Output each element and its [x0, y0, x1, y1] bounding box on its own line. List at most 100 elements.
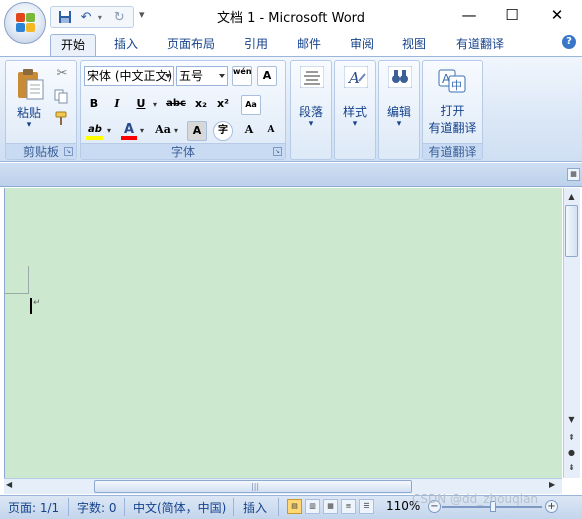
status-separator — [233, 498, 234, 516]
editing-group[interactable]: 编辑 ▾ — [378, 60, 420, 160]
font-name-select[interactable]: 宋体 (中文正文) — [84, 66, 174, 86]
status-page[interactable]: 页面: 1/1 — [8, 499, 59, 516]
phonetic-guide-button[interactable]: wén — [232, 66, 252, 86]
styles-arrow-icon: ▾ — [352, 119, 358, 129]
select-browse-object-icon[interactable]: ● — [563, 445, 580, 460]
office-button[interactable] — [4, 2, 46, 44]
tab-page-layout[interactable]: 页面布局 — [158, 34, 224, 56]
font-size-select[interactable]: 五号 — [176, 66, 228, 86]
close-button[interactable]: ✕ — [542, 5, 572, 25]
font-color-label: A — [123, 122, 135, 137]
italic-button[interactable]: I — [107, 95, 127, 115]
editing-arrow-icon: ▾ — [396, 119, 402, 129]
binoculars-icon — [388, 66, 412, 88]
scroll-right-icon[interactable]: ▶ — [549, 480, 555, 489]
status-separator — [124, 498, 125, 516]
font-launcher-icon[interactable]: ↘ — [273, 147, 282, 156]
highlight-button[interactable]: ab — [84, 121, 106, 141]
clipboard-launcher-icon[interactable]: ↘ — [64, 147, 73, 156]
scroll-left-icon[interactable]: ◀ — [6, 480, 12, 489]
font-color-dropdown-icon[interactable]: ▾ — [140, 126, 144, 135]
copy-icon[interactable] — [53, 88, 71, 106]
status-insert-mode[interactable]: 插入 — [243, 499, 267, 516]
minimize-button[interactable]: — — [454, 5, 484, 25]
previous-page-icon[interactable]: ⇞ — [563, 430, 580, 445]
crop-mark-horizontal — [4, 293, 28, 294]
ruler-area — [0, 163, 582, 187]
watermark: CSDN @dd_zhouqian — [412, 492, 539, 506]
clear-formatting-button[interactable]: Aa — [241, 95, 261, 115]
next-page-icon[interactable]: ⇟ — [563, 460, 580, 475]
underline-dropdown-icon[interactable]: ▾ — [153, 100, 157, 109]
character-border-button[interactable]: A — [257, 66, 277, 86]
scroll-down-icon[interactable]: ▼ — [563, 412, 580, 427]
paste-icon — [18, 69, 44, 100]
tab-view[interactable]: 视图 — [392, 34, 436, 56]
open-youdao-label-1: 打开 — [440, 104, 465, 118]
title-bar: ↶ ▾ ↻ ▾ 文档 1 - Microsoft Word — ☐ ✕ — [0, 0, 582, 44]
help-icon[interactable]: ? — [562, 35, 576, 49]
paragraph-group[interactable]: 段落 ▾ — [290, 60, 332, 160]
office-logo-icon — [16, 13, 36, 33]
styles-icon: A — [344, 66, 368, 88]
change-case-dropdown-icon[interactable]: ▾ — [174, 126, 178, 135]
text-cursor — [30, 298, 32, 314]
chevron-down-icon — [165, 74, 171, 78]
tab-review[interactable]: 审阅 — [340, 34, 384, 56]
styles-group[interactable]: A 样式 ▾ — [334, 60, 376, 160]
shrink-font-button[interactable]: A — [261, 121, 281, 141]
font-color-button[interactable]: A — [119, 121, 139, 141]
open-youdao-button[interactable]: A 中 打开 有道翻译 — [425, 63, 480, 139]
outline-view-icon[interactable]: ≡ — [341, 499, 356, 514]
highlight-dropdown-icon[interactable]: ▾ — [107, 126, 111, 135]
enclose-characters-button[interactable]: 字 — [213, 121, 233, 141]
vertical-scroll-thumb[interactable] — [565, 205, 578, 257]
highlight-label: ab — [88, 124, 102, 135]
paragraph-icon — [300, 66, 324, 88]
font-color-swatch — [121, 136, 137, 140]
status-separator — [68, 498, 69, 516]
print-layout-view-icon[interactable]: ▤ — [287, 499, 302, 514]
ribbon: 粘贴 ▾ ✂ 剪贴板 ↘ 宋体 (中文正文) 五号 wén A B I U ▾ … — [0, 56, 582, 162]
tab-home[interactable]: 开始 — [50, 34, 96, 56]
scroll-grip-icon: ||| — [251, 482, 260, 491]
tab-references[interactable]: 引用 — [234, 34, 278, 56]
paragraph-mark-icon: ↵ — [33, 298, 41, 308]
clipboard-group: 粘贴 ▾ ✂ 剪贴板 ↘ — [5, 60, 77, 160]
tab-insert[interactable]: 插入 — [104, 34, 148, 56]
font-size-value: 五号 — [179, 69, 204, 83]
strikethrough-button[interactable]: abc — [163, 95, 189, 115]
tab-youdao[interactable]: 有道翻译 — [446, 34, 514, 56]
crop-mark-vertical — [28, 266, 29, 294]
paste-button[interactable]: 粘贴 ▾ — [9, 64, 49, 136]
styles-label: 样式 — [342, 105, 367, 119]
grow-font-button[interactable]: A — [239, 121, 259, 141]
document-canvas[interactable] — [4, 188, 562, 478]
chevron-down-icon — [219, 74, 225, 78]
zoom-in-icon[interactable]: + — [545, 500, 558, 513]
paste-label: 粘贴 — [16, 106, 41, 120]
scroll-up-icon[interactable]: ▲ — [563, 189, 580, 204]
view-ruler-icon[interactable]: ▦ — [567, 168, 580, 181]
full-screen-reading-icon[interactable]: ▥ — [305, 499, 320, 514]
underline-button[interactable]: U — [131, 95, 151, 115]
bold-button[interactable]: B — [84, 95, 104, 115]
font-name-value: 宋体 (中文正文) — [87, 69, 173, 83]
format-painter-icon[interactable] — [53, 110, 71, 128]
status-word-count[interactable]: 字数: 0 — [77, 499, 117, 516]
change-case-button[interactable]: Aa — [151, 121, 175, 141]
cut-icon[interactable]: ✂ — [53, 66, 71, 84]
font-group: 宋体 (中文正文) 五号 wén A B I U ▾ abc x₂ x² Aa … — [80, 60, 286, 160]
subscript-button[interactable]: x₂ — [191, 95, 211, 115]
superscript-button[interactable]: x² — [213, 95, 233, 115]
maximize-button[interactable]: ☐ — [497, 5, 527, 25]
character-shading-button[interactable]: A — [187, 121, 207, 141]
tab-mailings[interactable]: 邮件 — [287, 34, 331, 56]
paste-arrow-icon: ▾ — [26, 120, 32, 130]
youdao-group: A 中 打开 有道翻译 有道翻译 — [422, 60, 483, 160]
draft-view-icon[interactable]: ☰ — [359, 499, 374, 514]
font-group-label: 字体 — [81, 143, 285, 159]
web-layout-icon[interactable]: ▦ — [323, 499, 338, 514]
status-language[interactable]: 中文(简体，中国) — [133, 499, 226, 516]
svg-text:A: A — [347, 69, 360, 87]
